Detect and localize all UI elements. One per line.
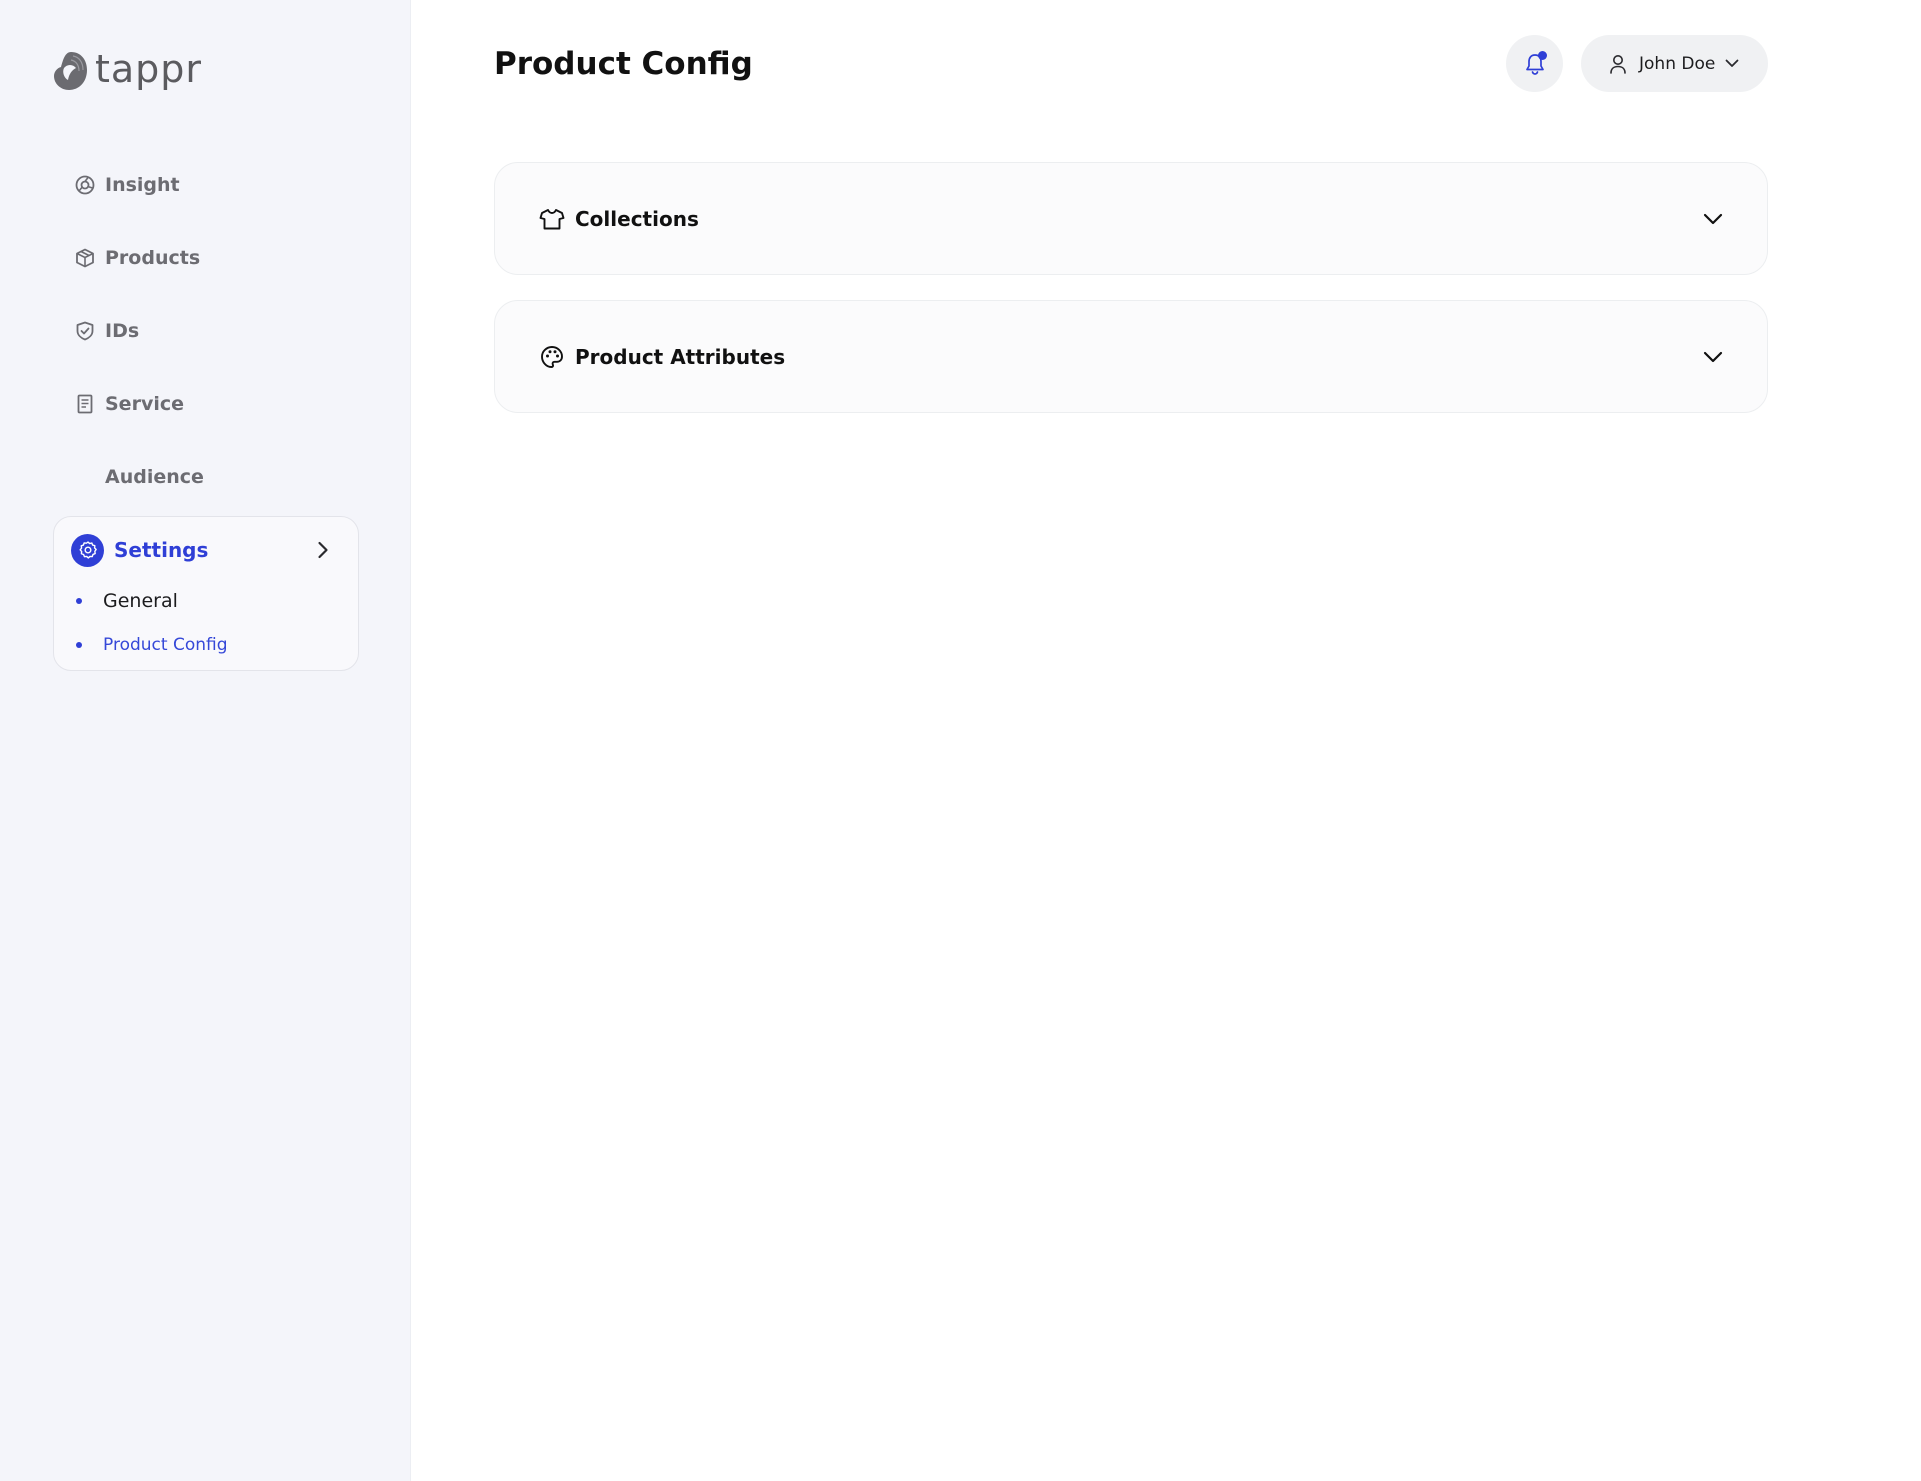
sidebar-item-insight[interactable]: Insight <box>74 168 180 202</box>
product-attributes-panel[interactable]: Product Attributes <box>494 300 1768 413</box>
collections-panel[interactable]: Collections <box>494 162 1768 275</box>
bullet-dot <box>76 642 82 648</box>
panel-title: Collections <box>575 206 699 231</box>
page-title: Product Config <box>494 46 753 82</box>
sidebar-item-products[interactable]: Products <box>74 241 200 275</box>
chevron-down-icon <box>1703 351 1723 363</box>
sidebar-item-label: Audience <box>105 466 204 488</box>
box-icon <box>74 247 96 269</box>
sidebar-subitem-product-config[interactable]: Product Config <box>76 632 228 658</box>
panel-title: Product Attributes <box>575 344 786 369</box>
sidebar-item-service[interactable]: Service <box>74 387 184 421</box>
shield-check-icon <box>74 320 96 342</box>
brand-logo[interactable]: tappr <box>51 48 202 94</box>
insight-icon <box>74 174 96 196</box>
gear-icon <box>71 533 104 567</box>
tappr-logo-icon <box>54 52 87 90</box>
bullet-dot <box>76 598 82 604</box>
subitem-label: Product Config <box>103 635 228 655</box>
subitem-label: General <box>103 590 178 612</box>
notification-dot <box>1538 51 1547 60</box>
notification-button[interactable] <box>1506 35 1563 92</box>
settings-label: Settings <box>114 538 209 562</box>
sidebar-item-label: Products <box>105 247 201 269</box>
chevron-down-icon <box>1725 59 1739 68</box>
chevron-down-icon <box>1703 213 1723 225</box>
sidebar: tappr Insight Products IDs Service Audie… <box>0 0 411 1481</box>
user-name: John Doe <box>1639 53 1716 74</box>
palette-icon <box>539 344 565 370</box>
settings-group: Settings General Product Config <box>53 516 359 671</box>
sidebar-item-label: Service <box>105 393 184 415</box>
tshirt-icon <box>539 206 565 232</box>
sidebar-item-label: IDs <box>105 320 140 342</box>
sidebar-subitem-general[interactable]: General <box>76 587 178 615</box>
sidebar-item-label: Insight <box>105 174 180 196</box>
sidebar-item-settings[interactable]: Settings <box>71 533 343 567</box>
receipt-icon <box>74 393 96 415</box>
sidebar-item-ids[interactable]: IDs <box>74 314 139 348</box>
user-icon <box>1609 54 1627 74</box>
sidebar-item-audience[interactable]: Audience <box>74 460 204 494</box>
chevron-right-icon <box>317 541 329 559</box>
user-menu-button[interactable]: John Doe <box>1581 35 1768 92</box>
brand-name: tappr <box>95 47 203 91</box>
